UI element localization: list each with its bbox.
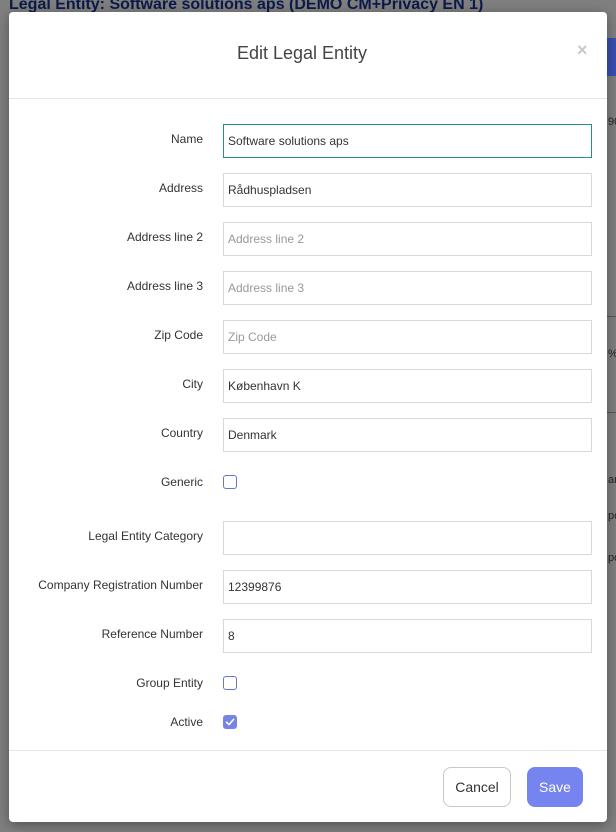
background-text-fragment: an bbox=[608, 474, 616, 486]
edit-legal-entity-modal: Edit Legal Entity × Name Address Address… bbox=[9, 12, 607, 822]
form-row-address-line-3: Address line 3 bbox=[9, 271, 607, 305]
zip-code-input[interactable] bbox=[223, 320, 592, 354]
country-input[interactable] bbox=[223, 418, 592, 452]
city-input[interactable] bbox=[223, 369, 592, 403]
address-line-3-label: Address line 3 bbox=[126, 279, 203, 293]
form-row-city: City bbox=[9, 369, 607, 403]
address-input[interactable] bbox=[223, 173, 592, 207]
form-row-address: Address bbox=[9, 173, 607, 207]
background-text-fragment: % bbox=[608, 348, 616, 360]
zip-code-label: Zip Code bbox=[154, 328, 203, 342]
name-input[interactable] bbox=[223, 124, 592, 158]
form-row-name: Name bbox=[9, 124, 607, 158]
generic-label: Generic bbox=[160, 475, 203, 489]
modal-title: Edit Legal Entity bbox=[236, 43, 368, 63]
company-registration-number-label: Company Registration Number bbox=[38, 578, 203, 592]
company-registration-number-input[interactable] bbox=[223, 570, 592, 604]
background-text-fragment: po bbox=[608, 552, 616, 564]
form-row-generic: Generic bbox=[9, 474, 607, 494]
legal-entity-category-input[interactable] bbox=[223, 521, 592, 555]
name-label: Name bbox=[170, 132, 203, 146]
legal-entity-category-label: Legal Entity Category bbox=[88, 529, 203, 543]
form-row-country: Country bbox=[9, 418, 607, 452]
reference-number-label: Reference Number bbox=[101, 627, 203, 641]
city-label: City bbox=[182, 377, 203, 391]
address-label: Address bbox=[158, 181, 203, 195]
checkmark-icon bbox=[225, 718, 235, 726]
form-row-company-registration-number: Company Registration Number bbox=[9, 570, 607, 604]
cancel-button[interactable]: Cancel bbox=[443, 767, 511, 807]
address-line-2-input[interactable] bbox=[223, 222, 592, 256]
generic-checkbox[interactable] bbox=[223, 475, 237, 489]
background-divider bbox=[606, 316, 616, 317]
country-label: Country bbox=[160, 426, 203, 440]
form-row-active: Active bbox=[9, 714, 607, 734]
form-row-legal-entity-category: Legal Entity Category bbox=[9, 521, 607, 555]
form-row-reference-number: Reference Number bbox=[9, 619, 607, 653]
active-checkbox[interactable] bbox=[223, 715, 237, 729]
group-entity-label: Group Entity bbox=[136, 676, 203, 690]
form-row-group-entity: Group Entity bbox=[9, 675, 607, 695]
form-row-address-line-2: Address line 2 bbox=[9, 222, 607, 256]
address-line-3-input[interactable] bbox=[223, 271, 592, 305]
form-row-zip-code: Zip Code bbox=[9, 320, 607, 354]
reference-number-input[interactable] bbox=[223, 619, 592, 653]
active-label: Active bbox=[170, 715, 203, 729]
modal-header: Edit Legal Entity × bbox=[9, 12, 607, 99]
save-button[interactable]: Save bbox=[527, 767, 583, 807]
group-entity-checkbox[interactable] bbox=[223, 676, 237, 690]
background-text-fragment: po bbox=[608, 510, 616, 522]
background-divider bbox=[606, 412, 616, 413]
close-icon[interactable]: × bbox=[577, 40, 588, 61]
modal-footer: Cancel Save bbox=[9, 750, 607, 823]
address-line-2-label: Address line 2 bbox=[126, 230, 203, 244]
background-text-fragment: 90 bbox=[608, 116, 616, 128]
